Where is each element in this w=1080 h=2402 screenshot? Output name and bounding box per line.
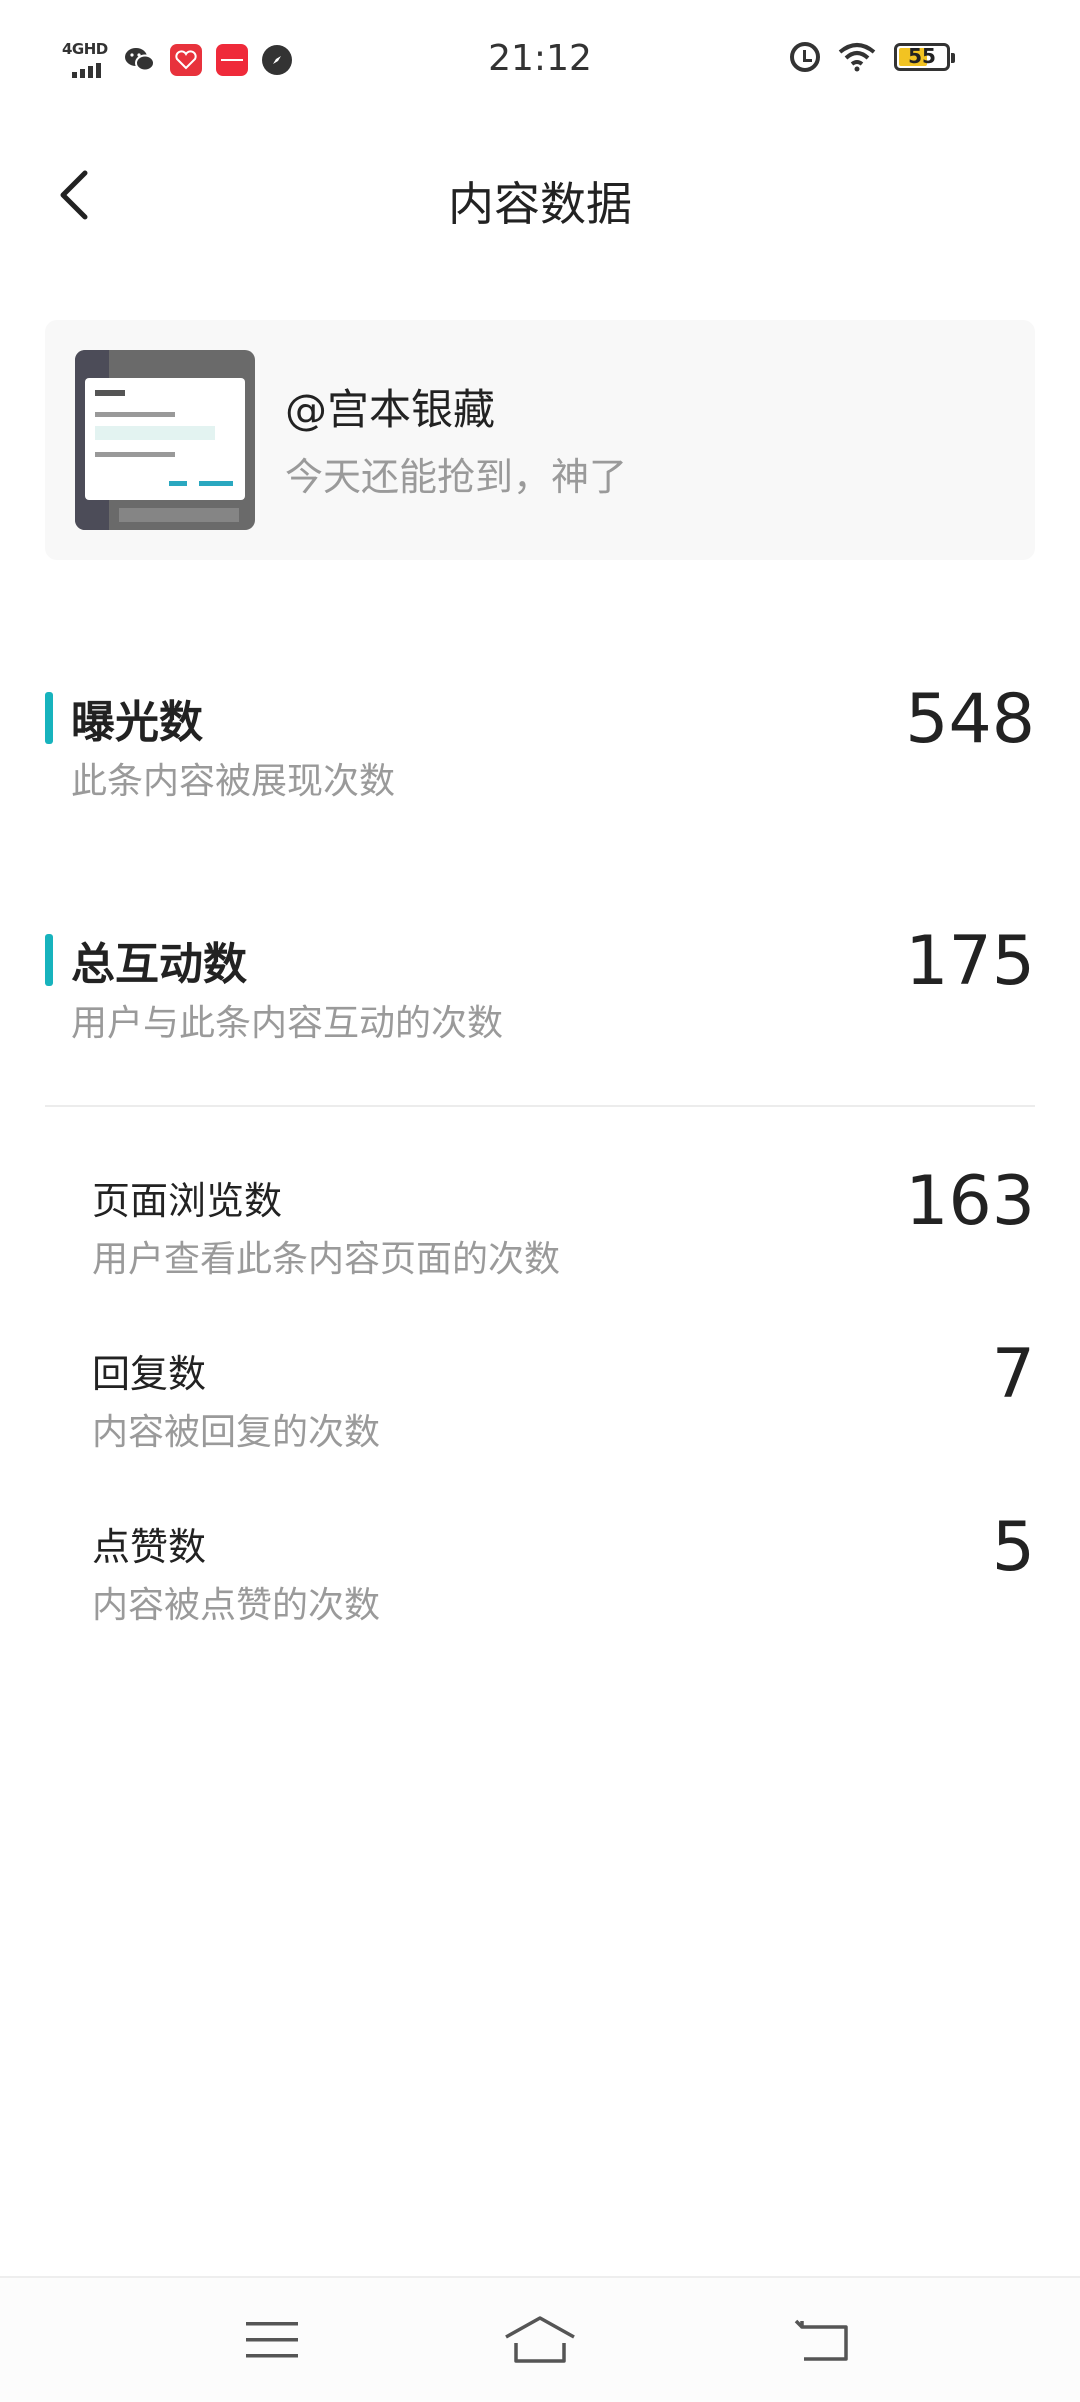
wifi-icon: [838, 42, 876, 72]
sub-metric-value: 7: [991, 1335, 1035, 1414]
back-nav-button[interactable]: [784, 2308, 864, 2372]
sub-metric-desc: 内容被点赞的次数: [92, 1585, 381, 1626]
alarm-icon: [790, 42, 820, 72]
metric-value: 548: [905, 680, 1035, 759]
accent-bar: [45, 692, 53, 744]
header: 内容数据: [0, 150, 1080, 240]
menu-button[interactable]: [232, 2308, 312, 2372]
metric-value: 175: [905, 922, 1035, 1001]
post-text: 今天还能抢到，神了: [285, 455, 628, 499]
post-card[interactable]: @宫本银藏 今天还能抢到，神了: [45, 320, 1035, 560]
metric-name: 总互动数: [71, 939, 247, 990]
sub-metric-desc: 内容被回复的次数: [92, 1412, 381, 1453]
menu-icon: [246, 2322, 298, 2358]
sub-metric-name: 页面浏览数: [92, 1179, 283, 1223]
sub-metric-value: 163: [905, 1162, 1035, 1241]
post-thumbnail[interactable]: [75, 350, 255, 530]
metric-desc: 此条内容被展现次数: [71, 761, 396, 802]
sub-metric-name: 回复数: [92, 1352, 207, 1396]
battery-level: 55: [908, 44, 936, 68]
divider: [45, 1105, 1035, 1107]
sub-metric-name: 点赞数: [92, 1525, 207, 1569]
system-nav-bar: [0, 2276, 1080, 2402]
sub-metric-value: 5: [991, 1508, 1035, 1587]
battery-icon: 55: [894, 43, 955, 71]
status-right: 55: [790, 42, 955, 72]
status-bar: 4GHD 21:12 55: [0, 0, 1080, 120]
metric-name: 曝光数: [71, 697, 203, 748]
page-title: 内容数据: [448, 177, 632, 231]
post-author: @宫本银藏: [285, 385, 496, 434]
accent-bar: [45, 934, 53, 986]
home-button[interactable]: [500, 2308, 580, 2372]
back-icon: [794, 2319, 848, 2361]
sub-metric-desc: 用户查看此条内容页面的次数: [92, 1239, 561, 1280]
home-icon: [505, 2316, 575, 2363]
metric-desc: 用户与此条内容互动的次数: [71, 1003, 504, 1044]
